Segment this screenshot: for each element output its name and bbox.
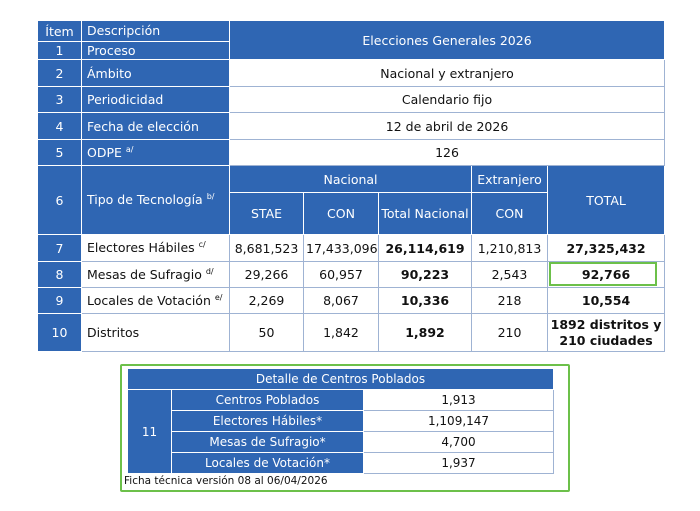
table-row: 8 Mesas de Sufragio d/ 29,266 60,957 90,… (37, 261, 666, 288)
row-num: 10 (37, 313, 82, 352)
header-con: CON (303, 192, 379, 235)
table-row: 11 Centros Poblados 1,913 (127, 389, 555, 474)
cell-stae: 29,266 (229, 261, 304, 288)
row-num: 6 (37, 165, 82, 235)
row-num: 4 (37, 112, 82, 140)
cell-total: 27,325,432 (546, 234, 666, 262)
header-stae: STAE (229, 192, 304, 235)
footnote-mark: b/ (206, 192, 215, 202)
cell-con-extranjero: 218 (471, 287, 548, 314)
row-num: 7 (37, 234, 82, 262)
detalle-value: 4,700 (362, 431, 555, 453)
table-row: 7 Electores Hábiles c/ 8,681,523 17,433,… (37, 234, 666, 262)
tecnologia-label: Tipo de Tecnología (87, 192, 203, 208)
row-num: 1 (37, 41, 82, 60)
row-label: Proceso (81, 41, 230, 60)
cell-stae: 50 (229, 313, 304, 352)
cell-con-extranjero: 1,210,813 (471, 234, 548, 262)
row-num: 8 (37, 261, 82, 288)
header-total: TOTAL (546, 165, 666, 235)
header-nacional: Nacional (229, 165, 472, 193)
footnote-mark: c/ (198, 240, 206, 250)
cell-total: 1892 distritos y 210 ciudades (546, 313, 666, 352)
row-num: 3 (37, 86, 82, 113)
row-num: 5 (37, 139, 82, 166)
detalle-label: Mesas de Sufragio* (171, 431, 364, 453)
cell-total-nacional: 90,223 (378, 261, 472, 288)
row-label: ODPE a/ (81, 139, 230, 166)
header-item: Ítem (37, 20, 82, 42)
header-extranjero: Extranjero (471, 165, 548, 193)
row-label: Ámbito (81, 59, 230, 87)
footnote-mark: e/ (214, 292, 223, 302)
ficha-tecnica-note: Ficha técnica versión 08 al 06/04/2026 (124, 475, 328, 487)
header-total-nacional: Total Nacional (378, 192, 472, 235)
detalle-value: 1,109,147 (362, 410, 555, 432)
cell-con: 60,957 (303, 261, 379, 288)
table-row: Locales de Votación* 1,937 (128, 452, 555, 474)
row-num: 9 (37, 287, 82, 314)
row-label: Fecha de elección (81, 112, 230, 140)
row-label: Distritos (81, 313, 230, 352)
locales-label: Locales de Votación (87, 293, 211, 309)
cell-total: 92,766 (546, 261, 666, 288)
header-descripcion: Descripción (81, 20, 230, 42)
page: Ítem Descripción Elecciones Generales 20… (0, 0, 700, 511)
row-label: Mesas de Sufragio d/ (81, 261, 230, 288)
ambito-value: Nacional y extranjero (228, 59, 666, 87)
odpe-label: ODPE (87, 145, 122, 161)
cell-total-nacional: 26,114,619 (378, 234, 472, 262)
cell-total: 10,554 (546, 287, 666, 314)
row-label: Periodicidad (81, 86, 230, 113)
row-label: Electores Hábiles c/ (81, 234, 230, 262)
election-summary-table: Ítem Descripción Elecciones Generales 20… (37, 20, 666, 352)
detalle-label: Locales de Votación* (171, 452, 364, 474)
table-row: Electores Hábiles* 1,109,147 (128, 410, 555, 432)
distritos-total-line1: 1892 distritos y (550, 316, 662, 332)
detalle-label: Electores Hábiles* (171, 410, 364, 432)
row-num: 2 (37, 59, 82, 87)
cell-con: 8,067 (303, 287, 379, 314)
row-num: 11 (127, 389, 172, 474)
electores-label: Electores Hábiles (87, 240, 195, 256)
centros-poblados-table: Detalle de Centros Poblados 11 Centros P… (126, 368, 555, 474)
header-con-extranjero: CON (471, 192, 548, 235)
footnote-mark: d/ (205, 266, 214, 276)
mesas-label: Mesas de Sufragio (87, 267, 202, 283)
footnote-mark: a/ (125, 144, 134, 154)
cell-con-extranjero: 2,543 (471, 261, 548, 288)
cell-con: 17,433,096 (303, 234, 379, 262)
detalle-title: Detalle de Centros Poblados (126, 368, 555, 390)
periodicidad-value: Calendario fijo (228, 86, 666, 113)
cell-con: 1,842 (303, 313, 379, 352)
cell-stae: 2,269 (229, 287, 304, 314)
distritos-total-line2: 210 ciudades (559, 332, 653, 348)
cell-con-extranjero: 210 (471, 313, 548, 352)
detalle-value: 1,937 (362, 452, 555, 474)
table-row: Mesas de Sufragio* 4,700 (128, 431, 555, 453)
row-label: Tipo de Tecnología b/ (81, 165, 230, 235)
fecha-value: 12 de abril de 2026 (228, 112, 666, 140)
table-row: 10 Distritos 50 1,842 1,892 210 1892 dis… (37, 313, 666, 352)
proceso-value: Elecciones Generales 2026 (228, 20, 666, 60)
odpe-value: 126 (228, 139, 666, 166)
row-label: Locales de Votación e/ (81, 287, 230, 314)
detalle-value: 1,913 (362, 389, 555, 411)
cell-total-nacional: 10,336 (378, 287, 472, 314)
cell-total-nacional: 1,892 (378, 313, 472, 352)
detalle-label: Centros Poblados (171, 389, 364, 411)
table-row: 9 Locales de Votación e/ 2,269 8,067 10,… (37, 287, 666, 314)
cell-stae: 8,681,523 (229, 234, 304, 262)
